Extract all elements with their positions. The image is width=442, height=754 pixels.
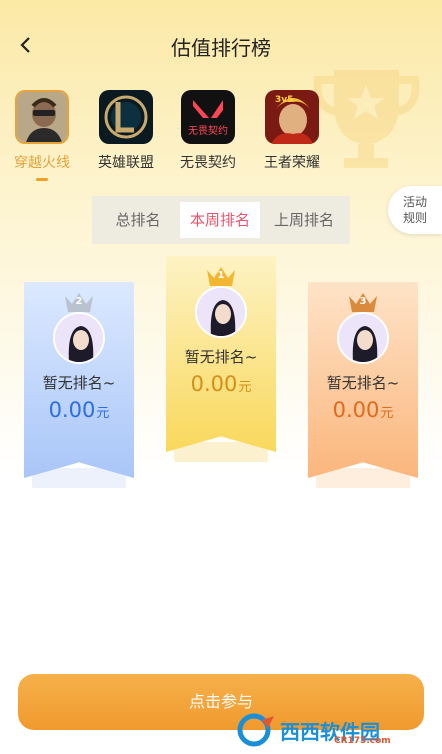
amount-unit: 元 [380,406,394,421]
ranking-tabs: 总排名 本周排名 上周排名 [92,196,350,244]
game-label: 穿越火线 [14,155,70,171]
tab-last-week-ranking[interactable]: 上周排名 [264,202,344,238]
amount-value: 0.00 [332,398,380,422]
game-selector: 穿越火线 英雄联盟 无畏契约 无畏契约 3v5 王者荣耀 [0,90,380,190]
amount-value: 0.00 [190,372,238,396]
game-tab-hok[interactable]: 3v5 王者荣耀 [252,90,332,172]
hok-game-icon: 3v5 [265,90,319,144]
amount-unit: 元 [96,406,110,421]
lol-game-icon [99,90,153,144]
game-tab-cf[interactable]: 穿越火线 [2,90,82,181]
player-name: 暂无排名~ [326,374,400,392]
bronze-crown-icon: 3 [346,290,380,314]
amount-value: 0.00 [48,398,96,422]
rules-label-line2: 规则 [402,211,427,225]
game-tab-valorant[interactable]: 无畏契约 无畏契约 [168,90,248,172]
avatar [53,312,105,364]
svg-text:3v5: 3v5 [275,95,293,105]
svg-text:无畏契约: 无畏契约 [188,124,228,137]
cf-game-icon [15,90,69,144]
game-tab-lol[interactable]: 英雄联盟 [86,90,166,172]
silver-crown-icon: 2 [62,290,96,314]
amount-unit: 元 [238,380,252,395]
avatar [195,286,247,338]
podium-card-rank-3: 3 暂无排名~ 0.00元 [308,282,418,488]
podium-card-rank-2: 2 暂无排名~ 0.00元 [24,282,134,488]
podium-card-rank-1: 1 暂无排名~ 0.00元 [166,256,276,462]
valuation-amount: 0.00元 [24,398,134,422]
rank-number: 1 [217,270,225,281]
avatar [337,312,389,364]
site-watermark: 西西软件园 CR173.com [234,712,434,748]
active-indicator [36,178,48,181]
valuation-amount: 0.00元 [308,398,418,422]
game-label: 王者荣耀 [264,155,320,171]
activity-rules-button[interactable]: 活动 规则 [388,186,442,234]
tab-this-week-ranking[interactable]: 本周排名 [180,202,260,238]
rank-number: 3 [359,296,367,307]
player-name: 暂无排名~ [184,348,258,366]
player-name: 暂无排名~ [42,374,116,392]
rules-label-line1: 活动 [402,195,427,209]
valorant-game-icon: 无畏契约 [181,90,235,144]
gold-crown-icon: 1 [204,264,238,288]
tab-total-ranking[interactable]: 总排名 [98,202,178,238]
watermark-logo-icon [237,713,274,747]
rank-number: 2 [75,296,83,307]
watermark-subtext: CR173.com [334,736,391,746]
page-title: 估值排行榜 [171,36,271,60]
game-label: 英雄联盟 [98,155,154,171]
valuation-amount: 0.00元 [166,372,276,396]
game-label: 无畏契约 [180,155,236,171]
